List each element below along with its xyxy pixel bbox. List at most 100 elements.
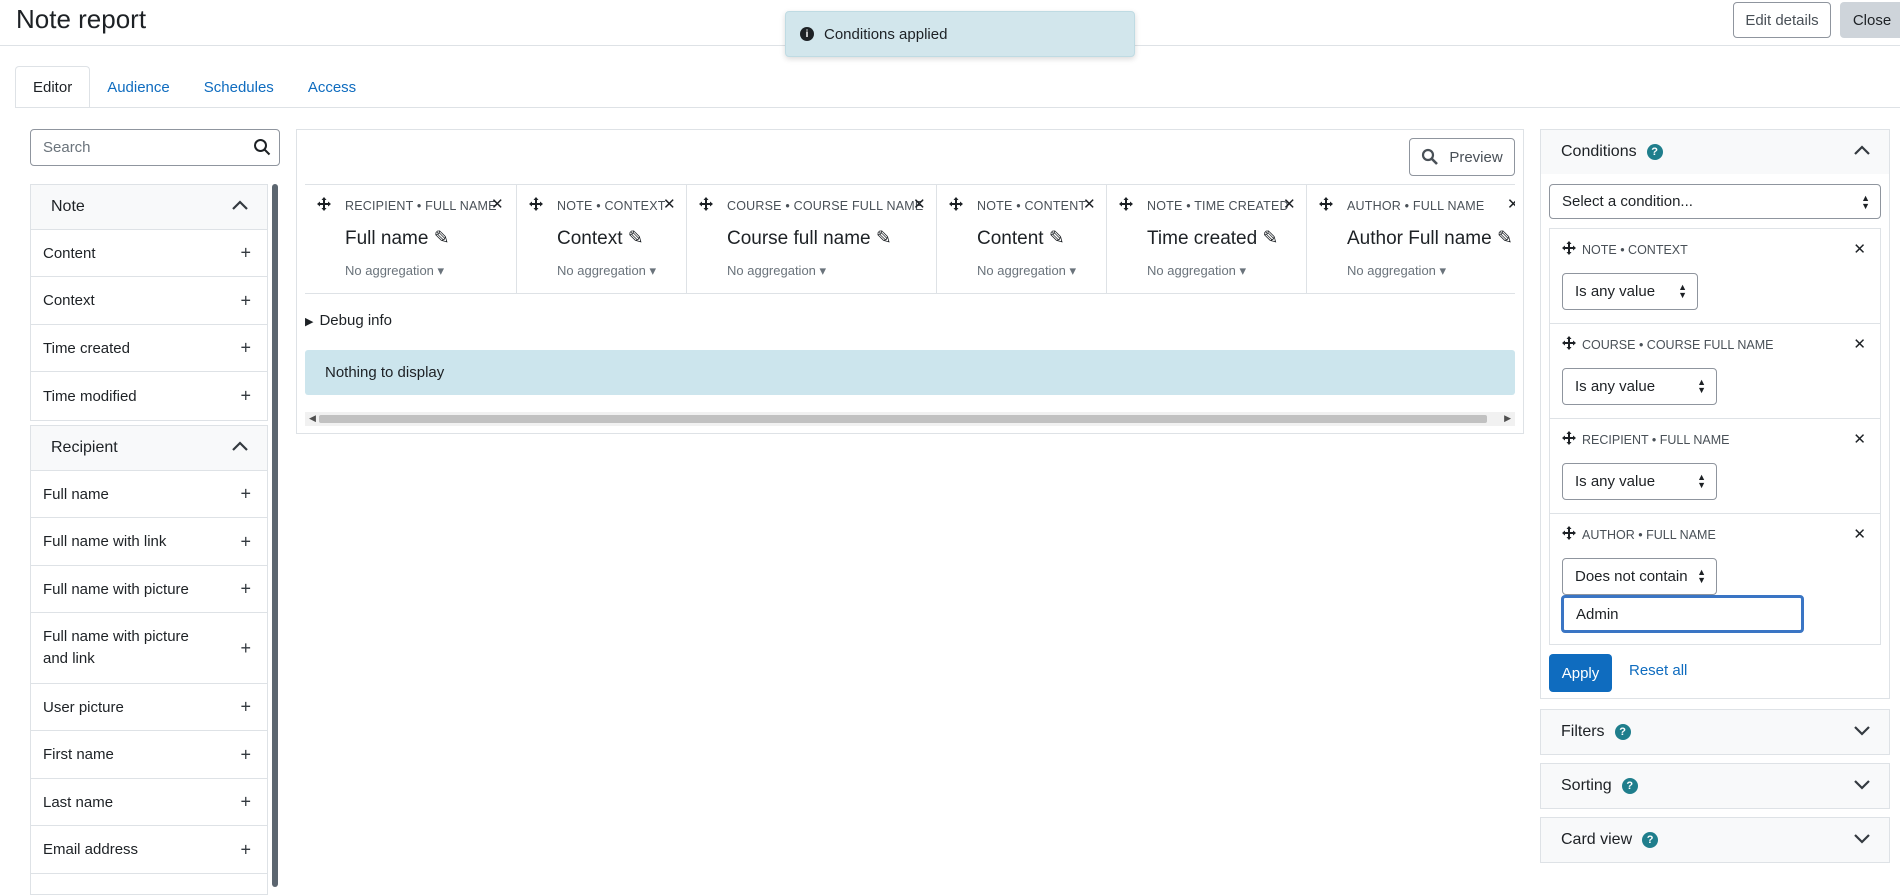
sidebar-item-first-name[interactable]: First name + xyxy=(31,731,267,779)
plus-icon[interactable]: + xyxy=(240,744,251,765)
column-title[interactable]: Full name ✎ xyxy=(345,227,450,250)
column-title[interactable]: Context ✎ xyxy=(557,227,644,250)
pencil-icon[interactable]: ✎ xyxy=(1497,228,1513,249)
close-icon[interactable]: ✕ xyxy=(1507,195,1515,213)
sidebar-group-header[interactable]: Recipient xyxy=(31,426,267,471)
sidebar-item-full-name-picture[interactable]: Full name with picture + xyxy=(31,566,267,613)
search-input[interactable]: Search xyxy=(30,129,280,166)
chevron-down-icon[interactable] xyxy=(1853,778,1871,790)
aggregation-select[interactable]: No aggregation ▾ xyxy=(345,263,444,279)
move-icon[interactable] xyxy=(529,197,543,211)
pencil-icon[interactable]: ✎ xyxy=(1049,228,1065,249)
aggregation-select[interactable]: No aggregation ▾ xyxy=(727,263,826,279)
help-icon[interactable]: ? xyxy=(1614,724,1631,740)
help-icon[interactable]: ? xyxy=(1621,778,1638,794)
close-icon[interactable]: ✕ xyxy=(1853,240,1866,258)
filters-header[interactable]: Filters ? xyxy=(1541,710,1889,754)
close-icon[interactable]: ✕ xyxy=(663,195,676,213)
move-icon[interactable] xyxy=(1562,526,1576,540)
tab-schedules[interactable]: Schedules xyxy=(187,66,291,108)
chevron-down-icon[interactable] xyxy=(1853,832,1871,844)
help-icon[interactable]: ? xyxy=(1646,144,1663,160)
move-icon[interactable] xyxy=(1319,197,1333,211)
tab-editor[interactable]: Editor xyxy=(15,66,91,108)
edit-details-button[interactable]: Edit details xyxy=(1733,2,1831,38)
move-icon[interactable] xyxy=(317,197,331,211)
close-icon[interactable]: ✕ xyxy=(1283,195,1296,213)
move-icon[interactable] xyxy=(1562,241,1576,255)
sidebar-scrollbar[interactable] xyxy=(272,184,278,887)
plus-icon[interactable]: + xyxy=(240,792,251,813)
plus-icon[interactable]: + xyxy=(240,637,251,659)
move-icon[interactable] xyxy=(949,197,963,211)
plus-icon[interactable]: + xyxy=(240,697,251,718)
scrollbar-thumb[interactable] xyxy=(319,415,1487,423)
help-icon[interactable]: ? xyxy=(1642,832,1659,848)
pencil-icon[interactable]: ✎ xyxy=(628,228,644,249)
horizontal-scrollbar[interactable]: ◀ ▶ xyxy=(305,412,1515,426)
preview-button[interactable]: Preview xyxy=(1409,138,1515,176)
plus-icon[interactable]: + xyxy=(240,386,251,407)
close-button[interactable]: Close xyxy=(1840,2,1900,38)
close-icon[interactable]: ✕ xyxy=(491,195,504,213)
close-icon[interactable]: ✕ xyxy=(1853,430,1866,448)
move-icon[interactable] xyxy=(1562,431,1576,445)
chevron-up-icon[interactable] xyxy=(1853,144,1871,156)
sidebar-group-header[interactable]: Note xyxy=(31,185,267,230)
sidebar-item-context[interactable]: Context + xyxy=(31,277,267,325)
close-icon[interactable]: ✕ xyxy=(913,195,926,213)
condition-value-input[interactable]: Admin xyxy=(1561,595,1804,633)
aggregation-select[interactable]: No aggregation ▾ xyxy=(557,263,656,279)
sidebar-item-time-modified[interactable]: Time modified + xyxy=(31,372,267,420)
scroll-left-icon[interactable]: ◀ xyxy=(309,413,316,424)
sidebar-item-content[interactable]: Content + xyxy=(31,230,267,277)
operator-select[interactable]: Is any value ▲ ▼ xyxy=(1562,463,1717,500)
sidebar-item-full-name-picture-link[interactable]: Full name with picture and link + xyxy=(31,613,267,684)
column-title[interactable]: Time created ✎ xyxy=(1147,227,1278,250)
card-view-card[interactable]: Card view ? xyxy=(1540,817,1890,863)
pencil-icon[interactable]: ✎ xyxy=(1262,228,1278,249)
sidebar-item-email-address[interactable]: Email address + xyxy=(31,826,267,874)
search-icon[interactable] xyxy=(253,138,271,156)
apply-button[interactable]: Apply xyxy=(1549,654,1612,692)
move-icon[interactable] xyxy=(699,197,713,211)
filters-card[interactable]: Filters ? xyxy=(1540,709,1890,755)
column-title[interactable]: Author Full name ✎ xyxy=(1347,227,1513,250)
close-icon[interactable]: ✕ xyxy=(1083,195,1096,213)
sidebar-item-full-name[interactable]: Full name + xyxy=(31,471,267,518)
debug-info-toggle[interactable]: ▶ Debug info xyxy=(305,312,392,329)
chevron-up-icon[interactable] xyxy=(231,440,249,452)
reset-all-link[interactable]: Reset all xyxy=(1629,662,1687,679)
column-title[interactable]: Course full name ✎ xyxy=(727,227,892,250)
card-view-header[interactable]: Card view ? xyxy=(1541,818,1889,862)
plus-icon[interactable]: + xyxy=(240,531,251,552)
sidebar-item-last-name[interactable]: Last name + xyxy=(31,779,267,826)
plus-icon[interactable]: + xyxy=(240,579,251,600)
sidebar-item-user-picture[interactable]: User picture + xyxy=(31,684,267,731)
tab-access[interactable]: Access xyxy=(291,66,373,108)
sidebar-item-time-created[interactable]: Time created + xyxy=(31,325,267,372)
scroll-right-icon[interactable]: ▶ xyxy=(1504,413,1511,424)
tab-audience[interactable]: Audience xyxy=(90,66,187,108)
plus-icon[interactable]: + xyxy=(240,290,251,311)
operator-select[interactable]: Is any value ▲ ▼ xyxy=(1562,368,1717,405)
chevron-up-icon[interactable] xyxy=(231,199,249,211)
pencil-icon[interactable]: ✎ xyxy=(434,228,450,249)
pencil-icon[interactable]: ✎ xyxy=(876,228,892,249)
operator-select[interactable]: Is any value ▲ ▼ xyxy=(1562,273,1698,310)
plus-icon[interactable]: + xyxy=(240,484,251,505)
sorting-header[interactable]: Sorting ? xyxy=(1541,764,1889,808)
plus-icon[interactable]: + xyxy=(240,839,251,860)
aggregation-select[interactable]: No aggregation ▾ xyxy=(1147,263,1246,279)
condition-select[interactable]: Select a condition... ▲ ▼ xyxy=(1549,184,1881,219)
chevron-down-icon[interactable] xyxy=(1853,724,1871,736)
column-title[interactable]: Content ✎ xyxy=(977,227,1065,250)
conditions-header[interactable]: Conditions ? xyxy=(1541,130,1889,174)
close-icon[interactable]: ✕ xyxy=(1853,525,1866,543)
sorting-card[interactable]: Sorting ? xyxy=(1540,763,1890,809)
sidebar-item-full-name-link[interactable]: Full name with link + xyxy=(31,518,267,566)
move-icon[interactable] xyxy=(1119,197,1133,211)
aggregation-select[interactable]: No aggregation ▾ xyxy=(977,263,1076,279)
plus-icon[interactable]: + xyxy=(240,243,251,264)
operator-select[interactable]: Does not contain ▲ ▼ xyxy=(1562,558,1717,595)
